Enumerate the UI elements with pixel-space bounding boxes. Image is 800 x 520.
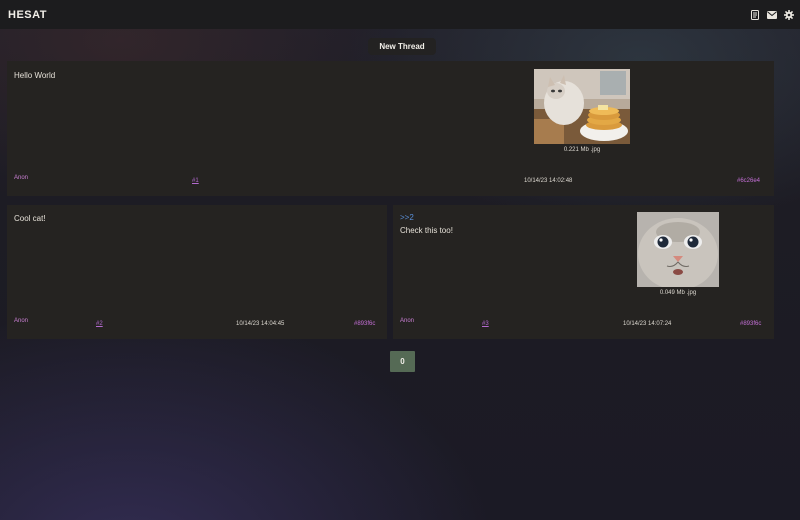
post-id-hash: #893f6c: [354, 321, 376, 327]
reply-quote-link[interactable]: >>2: [400, 213, 414, 222]
gear-icon[interactable]: [784, 9, 794, 20]
page-button[interactable]: 0: [390, 351, 415, 372]
post-id-hash: #6c26e4: [737, 178, 761, 184]
top-icons: [750, 9, 794, 20]
post-author: Anon: [400, 318, 415, 324]
reply-post: Cool cat! Anon #2 10/14/23 14:04:45 #893…: [7, 205, 387, 339]
brand-logo[interactable]: HESAT: [8, 9, 47, 21]
image-caption: 0.049 Mb .jpg: [659, 290, 697, 296]
post-author: Anon: [14, 175, 29, 181]
post-timestamp: 10/14/23 14:04:45: [236, 321, 285, 327]
post-image[interactable]: [534, 69, 630, 144]
document-icon[interactable]: [750, 9, 760, 20]
mail-icon[interactable]: [767, 10, 777, 20]
post-timestamp: 10/14/23 14:02:48: [524, 178, 573, 184]
top-bar: HESAT: [0, 0, 800, 29]
post-text: Cool cat!: [14, 214, 46, 223]
image-caption: 0.221 Mb .jpg: [563, 147, 601, 153]
post-number-link[interactable]: #3: [482, 321, 489, 327]
new-thread-button[interactable]: New Thread: [368, 38, 436, 55]
post-number-link[interactable]: #2: [96, 321, 103, 327]
post-text: Check this too!: [400, 226, 453, 235]
post-author: Anon: [14, 318, 29, 324]
post-timestamp: 10/14/23 14:07:24: [623, 321, 672, 327]
post-id-hash: #893f6c: [740, 321, 762, 327]
post-text: Hello World: [14, 71, 56, 80]
post-image[interactable]: [637, 212, 719, 287]
thread-post: Hello World 0.221 Mb .jpg Anon #1 10/14/…: [7, 61, 774, 196]
post-number-link[interactable]: #1: [192, 178, 199, 184]
reply-post: >>2 Check this too! 0.049 Mb .jpg Anon #…: [393, 205, 774, 339]
